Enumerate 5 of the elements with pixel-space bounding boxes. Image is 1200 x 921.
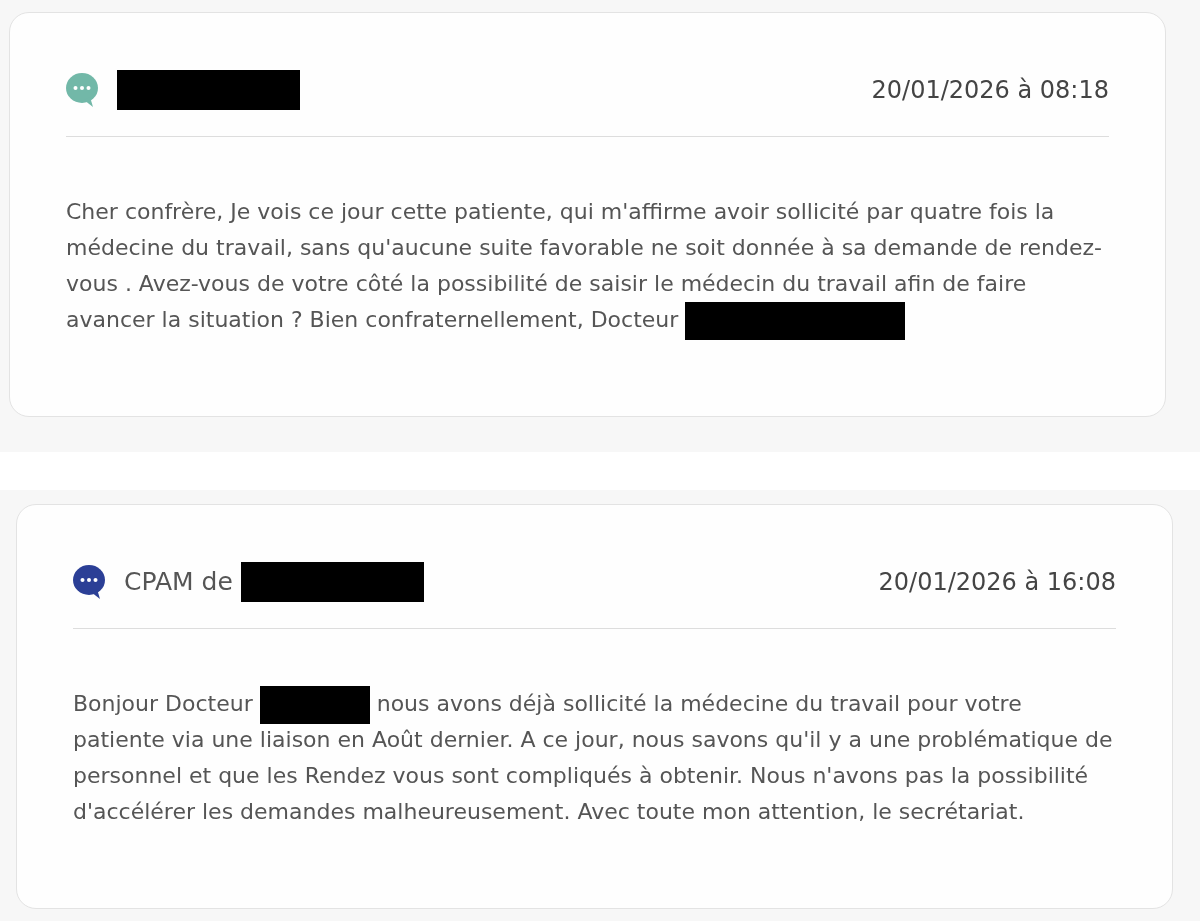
message-text: Bonjour Docteur nous avons déjà sollicité la médecine du travail pour votre patiente via une liaison en Août dernier. A ce jour, nous savons qu'il y a une problématique de personnel et que les Rendez vous sont compliqués à obtenir. Nous n'avons pas la possibilité d'accélérer les demandes malheureusement. Avec toute mon attention, le secrétariat. [73, 686, 1113, 830]
message-timestamp: 20/01/2026 à 08:18 [871, 75, 1109, 106]
sender-name: CPAM de [124, 566, 233, 599]
message-timestamp: 20/01/2026 à 16:08 [878, 567, 1116, 598]
message-text: Cher confrère, Je vois ce jour cette patiente, qui m'affirme avoir sollicité par quatre fois la médecine du travail, sans qu'aucune suite favorable ne soit donnée à sa demande de rendez-vous . Avez-vous de votre côté la possibilité de saisir le médecin du travail afin de faire avancer la situation ? Bien confraternellement, Docteur [66, 194, 1106, 338]
